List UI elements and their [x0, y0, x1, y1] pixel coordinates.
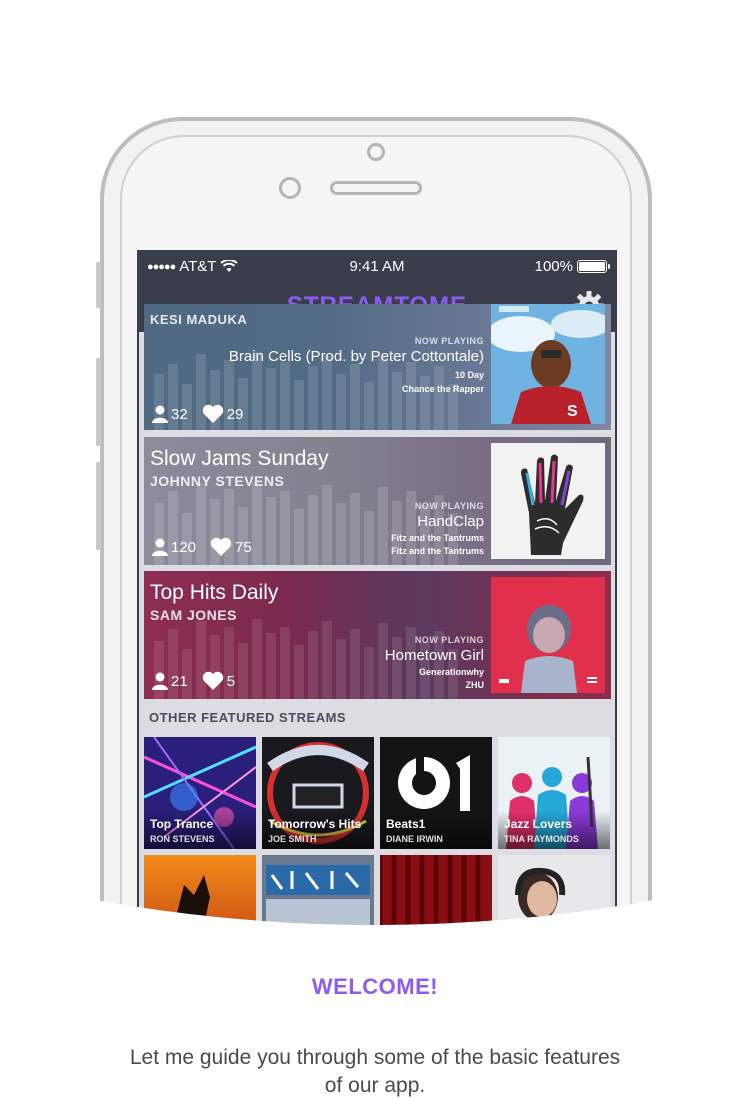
heart-icon[interactable]	[202, 404, 224, 424]
like-count: 75	[235, 538, 252, 556]
listener-icon	[152, 405, 168, 423]
status-bar: ●●●●● AT&T 9:41 AM 100%	[139, 252, 615, 280]
song-title: HandClap	[417, 513, 484, 530]
featured-tile[interactable]: Tomorrow's Hits JOE SMITH	[262, 737, 374, 849]
tile-host: TINA RAYMONDS	[504, 834, 579, 844]
tile-host: RON STEVENS	[150, 834, 215, 844]
listener-count: 32	[171, 405, 188, 423]
album-art	[491, 443, 605, 559]
album-art	[491, 577, 605, 693]
svg-text:S: S	[567, 403, 578, 420]
welcome-heading: WELCOME!	[311, 974, 439, 999]
proximity-sensor	[279, 177, 301, 199]
heart-icon[interactable]	[210, 537, 232, 557]
tile-title: Beats1	[386, 817, 426, 831]
tile-title: Top Trance	[150, 817, 214, 831]
album-art: S	[491, 304, 605, 424]
like-count: 5	[226, 672, 236, 690]
stream-title: Top Hits Daily	[150, 581, 279, 604]
stream-stats: 21 5	[152, 671, 243, 691]
stream-title: Slow Jams Sunday	[150, 447, 329, 470]
song-title: Hometown Girl	[384, 647, 484, 664]
now-playing-label: NOW PLAYING	[414, 336, 484, 346]
artist-name: Fitz and the Tantrums	[391, 546, 484, 556]
stream-host: KESI MADUKA	[150, 312, 248, 327]
app-screen: ●●●●● AT&T 9:41 AM 100% STREAMTOME	[137, 250, 617, 930]
stream-card[interactable]: Top Hits Daily SAM JONES NOW PLAYING Hom…	[144, 571, 611, 699]
stream-stats: 120 75	[152, 537, 260, 557]
now-playing-label: NOW PLAYING	[414, 635, 484, 645]
listener-icon	[152, 538, 168, 556]
stream-card[interactable]: KESI MADUKA NOW PLAYING Brain Cells (Pro…	[144, 304, 611, 430]
tile-host: JOE SMITH	[268, 834, 317, 844]
earpiece-speaker	[330, 181, 422, 195]
featured-tile[interactable]: Jazz Lovers TINA RAYMONDS	[498, 737, 610, 849]
tile-title: Jazz Lovers	[504, 817, 573, 831]
artist-name: Chance the Rapper	[401, 384, 484, 394]
album-name: 10 Day	[454, 370, 484, 380]
listener-count: 120	[171, 538, 197, 556]
album-name: Generationwhy	[418, 667, 484, 677]
listener-count: 21	[171, 672, 188, 690]
artist-name: ZHU	[465, 680, 485, 690]
battery-icon	[577, 260, 610, 273]
battery-percent: 100%	[534, 258, 573, 275]
volume-up-button	[96, 358, 101, 446]
listener-icon	[152, 672, 168, 690]
heart-icon[interactable]	[202, 671, 224, 691]
album-name: Fitz and the Tantrums	[391, 533, 484, 543]
guide-text: Let me guide you through some of the bas…	[129, 1046, 621, 1097]
featured-tile[interactable]: Top Trance RON STEVENS	[144, 737, 256, 849]
mute-switch	[96, 262, 101, 308]
stream-stats: 32 29	[152, 404, 251, 424]
like-count: 29	[226, 405, 244, 423]
now-playing-label: NOW PLAYING	[414, 501, 484, 511]
featured-tile[interactable]: Beats1 DIANE IRWIN	[380, 737, 492, 849]
tile-host: DIANE IRWIN	[386, 834, 443, 844]
song-title: Brain Cells (Prod. by Peter Cottontale)	[228, 348, 484, 365]
tile-title: Tomorrow's Hits	[268, 817, 362, 831]
front-camera	[367, 143, 385, 161]
stream-host: SAM JONES	[150, 607, 237, 623]
stream-host: JOHNNY STEVENS	[150, 473, 285, 489]
stream-card[interactable]: Slow Jams Sunday JOHNNY STEVENS NOW PLAY…	[144, 437, 611, 565]
featured-section-header: OTHER FEATURED STREAMS	[149, 710, 347, 725]
volume-down-button	[96, 462, 101, 550]
